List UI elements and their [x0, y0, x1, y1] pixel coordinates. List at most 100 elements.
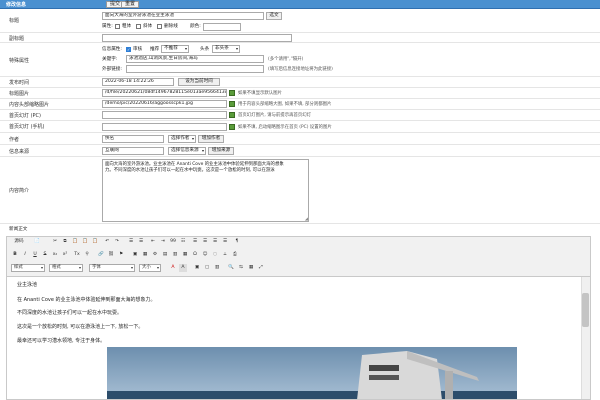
format-select[interactable]: 格式	[49, 264, 83, 272]
headline-select[interactable]: 非头条	[212, 45, 240, 53]
editor-paragraph: 最幸还可以学习潜水领地, 专注于身体。	[17, 338, 106, 344]
picture-icon[interactable]	[229, 90, 235, 96]
doc-icon[interactable]: 📄	[33, 238, 41, 246]
underline-icon[interactable]: U	[31, 251, 39, 259]
undo-icon[interactable]: ↶	[103, 238, 111, 246]
bold-label: 粗体	[122, 24, 132, 29]
paragraph-icon[interactable]: ¶	[233, 238, 241, 246]
smiley-icon[interactable]: ☺	[201, 251, 209, 259]
summary-textarea[interactable]: 面向大海的室外游泳池。业主泳池在 Ananti Cove 的业主泳池中体验延伸到…	[102, 159, 309, 222]
author-input[interactable]: 佚名	[102, 135, 164, 143]
blockquote-icon[interactable]: 99	[169, 238, 177, 246]
paste-text-icon[interactable]: 📋	[81, 238, 89, 246]
strike-icon[interactable]: S	[41, 251, 49, 259]
pool-photo[interactable]	[107, 347, 517, 400]
pick-title-button[interactable]: 选文	[266, 12, 282, 20]
outdent-icon[interactable]: ⇤	[149, 238, 157, 246]
source-button[interactable]: 源码	[11, 238, 27, 246]
align-right-icon[interactable]: ☰	[211, 238, 219, 246]
anchor-icon[interactable]: ⚑	[117, 251, 125, 259]
table-icon[interactable]: ▤	[161, 251, 169, 259]
add-source-button[interactable]: 增加来源	[208, 147, 234, 155]
styles-select[interactable]: 样式	[11, 264, 45, 272]
select-all-icon[interactable]: ▦	[247, 264, 255, 272]
home-pc-hint: 首页幻灯图片, 请与前提示再首页幻灯	[238, 113, 312, 118]
recommend-label: 推荐	[150, 47, 160, 52]
strike-label: 删除线	[164, 24, 178, 29]
publish-row: 发布时间 2022-06-18 14:22:26 设为当前时间	[0, 77, 600, 88]
preview-icon[interactable]: ▥	[213, 264, 221, 272]
italic-icon[interactable]: I	[21, 251, 29, 259]
image-icon[interactable]: ▣	[131, 251, 139, 259]
show-blocks-icon[interactable]: ▢	[203, 264, 211, 272]
publish-label: 发布时间	[9, 80, 30, 86]
audit-checkbox[interactable]	[126, 46, 131, 52]
bg-color-icon[interactable]: A	[179, 264, 187, 272]
copy-icon[interactable]: ⧉	[61, 238, 69, 246]
picture-icon[interactable]	[229, 124, 235, 130]
search-icon[interactable]: 🔍	[227, 264, 235, 272]
keyword-input[interactable]: 泳池酒店,山洞风景,生日房间,海岛	[126, 55, 264, 63]
source-input[interactable]: 互联网	[102, 147, 164, 155]
content-image-input[interactable]: /demo/pic/20220616/aggoosscpk1.jpg	[102, 100, 227, 108]
font-select[interactable]: 字体	[89, 264, 135, 272]
title-image-input[interactable]: /d/file/20220621/08df14967828115e013ae95…	[102, 89, 227, 97]
editor-scrollbar[interactable]	[581, 277, 590, 399]
link-icon[interactable]: 🔗	[97, 251, 105, 259]
size-select[interactable]: 大小	[139, 264, 161, 272]
print-icon[interactable]: ⎙	[231, 251, 239, 259]
template-icon[interactable]: ▦	[181, 251, 189, 259]
outlink-input[interactable]	[126, 65, 264, 73]
publish-input[interactable]: 2022-06-18 14:22:26	[102, 78, 174, 86]
replace-icon[interactable]: ⇆	[237, 264, 245, 272]
paste-icon[interactable]: 📋	[71, 238, 79, 246]
add-author-button[interactable]: 增加作者	[198, 135, 224, 143]
recommend-select[interactable]: 不推荐	[161, 45, 189, 53]
set-now-button[interactable]: 设为当前时间	[178, 78, 220, 86]
strike-checkbox[interactable]	[157, 23, 162, 29]
home-mobile-input[interactable]	[102, 123, 227, 131]
numbered-list-icon[interactable]: ☰	[127, 238, 135, 246]
bullet-list-icon[interactable]: ☰	[137, 238, 145, 246]
bold-checkbox[interactable]	[115, 23, 120, 29]
subscript-icon[interactable]: x₂	[51, 251, 59, 259]
color-input[interactable]	[203, 23, 241, 31]
cut-icon[interactable]: ✂	[51, 238, 59, 246]
flash-icon[interactable]: ▦	[141, 251, 149, 259]
unlink-icon[interactable]: ⛓	[107, 251, 115, 259]
scrollbar-thumb[interactable]	[582, 293, 589, 327]
source-select[interactable]: 选择信息来源	[168, 147, 206, 155]
headline-label: 头条	[200, 47, 210, 52]
align-justify-icon[interactable]: ☰	[221, 238, 229, 246]
subtitle-input[interactable]	[102, 34, 292, 42]
reset-button[interactable]: 重置	[121, 1, 140, 8]
maximize-icon[interactable]: ▣	[193, 264, 201, 272]
superscript-icon[interactable]: x²	[61, 251, 69, 259]
indent-icon[interactable]: ⇥	[159, 238, 167, 246]
italic-checkbox[interactable]	[136, 23, 141, 29]
align-left-icon[interactable]: ☰	[191, 238, 199, 246]
picture-icon[interactable]	[229, 101, 235, 107]
text-color-icon[interactable]: A	[169, 264, 177, 272]
audit-label: 审核	[133, 47, 143, 52]
hr-icon[interactable]: ▥	[171, 251, 179, 259]
div-icon[interactable]: ☷	[179, 238, 187, 246]
home-pc-input[interactable]	[102, 111, 227, 119]
align-center-icon[interactable]: ☰	[201, 238, 209, 246]
remove-format-icon[interactable]: Tx	[73, 251, 81, 259]
title-input[interactable]: 面向大海的室外游泳池在业主泳池	[102, 12, 264, 20]
rich-text-editor[interactable]: 业主泳池 在 Ananti Cove 的业主泳池中体验延伸到那面大海的想象力。 …	[6, 277, 591, 400]
find-icon[interactable]: ⚲	[83, 251, 91, 259]
media-icon[interactable]: ⚙	[151, 251, 159, 259]
page-break-icon[interactable]: ⟂	[221, 251, 229, 259]
special-char-icon[interactable]: Ω	[191, 251, 199, 259]
fullscreen-icon[interactable]: ⤢	[257, 264, 265, 272]
iframe-icon[interactable]: ◌	[211, 251, 219, 259]
resize-handle-icon[interactable]: ◢	[305, 216, 308, 221]
picture-icon[interactable]	[229, 112, 235, 118]
redo-icon[interactable]: ↷	[113, 238, 121, 246]
paste-word-icon[interactable]: 📋	[91, 238, 99, 246]
summary-label: 内容简介	[9, 188, 30, 194]
author-select[interactable]: 选择作者	[168, 135, 196, 143]
bold-icon[interactable]: B	[11, 251, 19, 259]
